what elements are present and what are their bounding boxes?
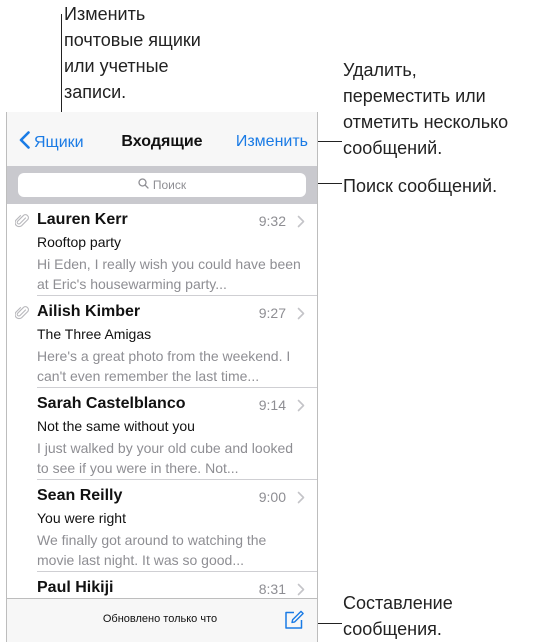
message-preview: Hi Eden, I really wish you could have be…	[37, 256, 301, 292]
search-bar: Поиск	[7, 166, 317, 204]
bottom-toolbar: Обновлено только что	[7, 598, 317, 642]
message-sender: Sarah Castelblanco	[37, 395, 186, 412]
chevron-right-icon	[297, 399, 305, 417]
message-time: 9:27	[258, 305, 286, 321]
message-row[interactable]: Ailish Kimber 9:27 The Three Amigas Here…	[7, 296, 317, 388]
message-row[interactable]: Sarah Castelblanco 9:14 Not the same wit…	[7, 388, 317, 480]
message-subject: The Three Amigas	[37, 326, 152, 342]
search-placeholder: Поиск	[152, 178, 187, 192]
message-subject: Not the same without you	[37, 418, 195, 434]
message-subject: Rooftop party	[37, 234, 122, 250]
message-preview: Here's a great photo from the weekend. I…	[37, 348, 291, 384]
chevron-right-icon	[297, 307, 305, 325]
search-input[interactable]: Поиск	[18, 173, 306, 197]
message-sender: Lauren Kerr	[37, 211, 128, 228]
message-list: Lauren Kerr 9:32 Rooftop party Hi Eden, …	[7, 204, 317, 598]
chevron-right-icon	[297, 491, 305, 509]
edit-button[interactable]: Изменить	[236, 133, 308, 151]
message-preview: We finally got around to watching the mo…	[37, 532, 267, 568]
message-row[interactable]: Lauren Kerr 9:32 Rooftop party Hi Eden, …	[7, 204, 317, 296]
navigation-bar: Ящики Входящие Изменить	[7, 112, 317, 166]
chevron-right-icon	[297, 215, 305, 233]
callout-search: Поиск сообщений.	[343, 176, 498, 196]
search-icon	[138, 178, 153, 192]
message-sender: Paul Hikiji	[37, 579, 114, 596]
chevron-left-icon	[19, 131, 34, 154]
message-time: 9:14	[258, 397, 286, 413]
message-preview: I just walked by your old cube and looke…	[37, 440, 294, 476]
message-subject: You were right	[37, 510, 126, 526]
message-row[interactable]: Sean Reilly 9:00 You were right We final…	[7, 480, 317, 572]
update-status: Обновлено только что	[102, 613, 218, 625]
callout-compose: Составление сообщения.	[343, 593, 453, 639]
compose-icon	[283, 610, 305, 635]
paperclip-icon	[14, 305, 29, 326]
message-time: 9:00	[258, 489, 286, 505]
paperclip-icon	[14, 213, 29, 234]
callout-mailboxes: Изменить почтовые ящики или учетные запи…	[64, 4, 201, 102]
message-sender: Sean Reilly	[37, 487, 123, 504]
mailboxes-back-button[interactable]: Ящики	[19, 131, 84, 154]
message-time: 9:32	[258, 213, 286, 229]
callout-edit: Удалить, переместить или отметить нескол…	[343, 60, 509, 158]
message-time: 8:31	[258, 581, 286, 597]
compose-button[interactable]	[283, 609, 305, 631]
message-sender: Ailish Kimber	[37, 303, 141, 320]
back-label: Ящики	[34, 133, 84, 151]
mail-screen: Ящики Входящие Изменить Поиск Lauren Ker…	[6, 112, 318, 642]
